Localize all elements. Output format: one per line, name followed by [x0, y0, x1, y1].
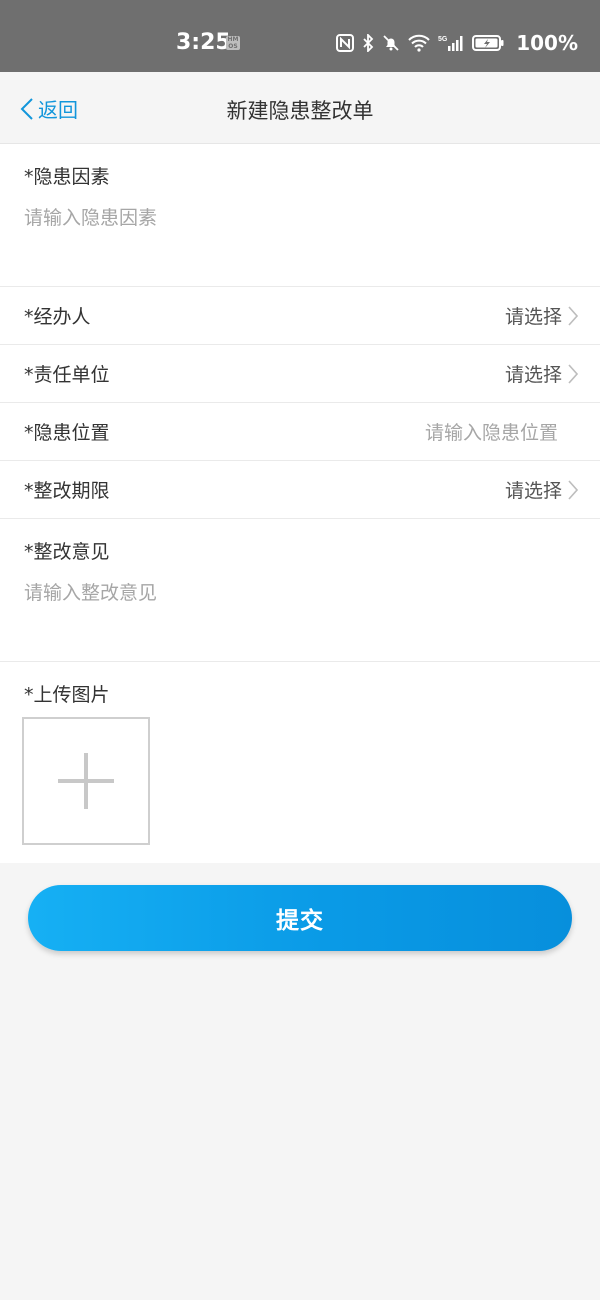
responsible-unit-select[interactable]: 请选择 [505, 360, 578, 387]
rectification-opinion-label: *整改意见 [24, 541, 110, 563]
svg-text:5G: 5G [438, 36, 448, 43]
status-time: 3:25 [176, 30, 231, 55]
handler-row[interactable]: *经办人 请选择 [0, 287, 600, 345]
hazard-location-label: *隐患位置 [24, 422, 110, 444]
status-bar: 3:25 HM OS 5G 100% [0, 0, 600, 72]
signal-5g-icon: 5G [438, 36, 463, 51]
hazard-factor-label: *隐患因素 [24, 166, 110, 188]
chevron-right-icon [568, 305, 578, 326]
hmos-badge-icon: HM OS [226, 36, 240, 50]
nfc-icon [336, 34, 355, 52]
deadline-row[interactable]: *整改期限 请选择 [0, 461, 600, 519]
upload-label: *上传图片 [24, 684, 110, 706]
chevron-right-icon [568, 479, 578, 500]
battery-percent: 100% [516, 31, 578, 55]
wifi-icon [408, 34, 430, 52]
nav-bar: 返回 新建隐患整改单 [0, 72, 600, 144]
deadline-select[interactable]: 请选择 [505, 476, 578, 503]
status-icons: 5G 100% [336, 31, 578, 55]
bluetooth-icon [363, 34, 374, 52]
submit-area: 提交 [0, 863, 600, 973]
add-image-button[interactable] [22, 717, 150, 845]
upload-section: *上传图片 [0, 662, 600, 863]
hazard-location-input[interactable]: 请输入隐患位置 [425, 418, 578, 445]
responsible-unit-value: 请选择 [504, 364, 562, 386]
hazard-factor-field[interactable]: *隐患因素 请输入隐患因素 [0, 144, 600, 287]
hazard-location-row[interactable]: *隐患位置 请输入隐患位置 [0, 403, 600, 461]
handler-label: *经办人 [24, 306, 91, 328]
rectification-opinion-input[interactable]: 请输入整改意见 [24, 578, 576, 605]
mute-bell-icon [383, 35, 399, 51]
battery-icon [472, 35, 504, 51]
handler-value: 请选择 [504, 306, 562, 328]
submit-button[interactable]: 提交 [28, 885, 572, 951]
deadline-label: *整改期限 [24, 480, 110, 502]
page-title: 新建隐患整改单 [226, 99, 374, 123]
rectification-form: *隐患因素 请输入隐患因素 *经办人 请选择 *责任单位 请选择 *隐患位置 请… [0, 144, 600, 863]
responsible-unit-row[interactable]: *责任单位 请选择 [0, 345, 600, 403]
hazard-factor-input[interactable]: 请输入隐患因素 [24, 203, 576, 230]
rectification-opinion-field[interactable]: *整改意见 请输入整改意见 [0, 519, 600, 662]
chevron-right-icon [568, 363, 578, 384]
deadline-value: 请选择 [504, 480, 562, 502]
responsible-unit-label: *责任单位 [24, 364, 110, 386]
plus-icon [58, 753, 114, 809]
handler-select[interactable]: 请选择 [505, 302, 578, 329]
